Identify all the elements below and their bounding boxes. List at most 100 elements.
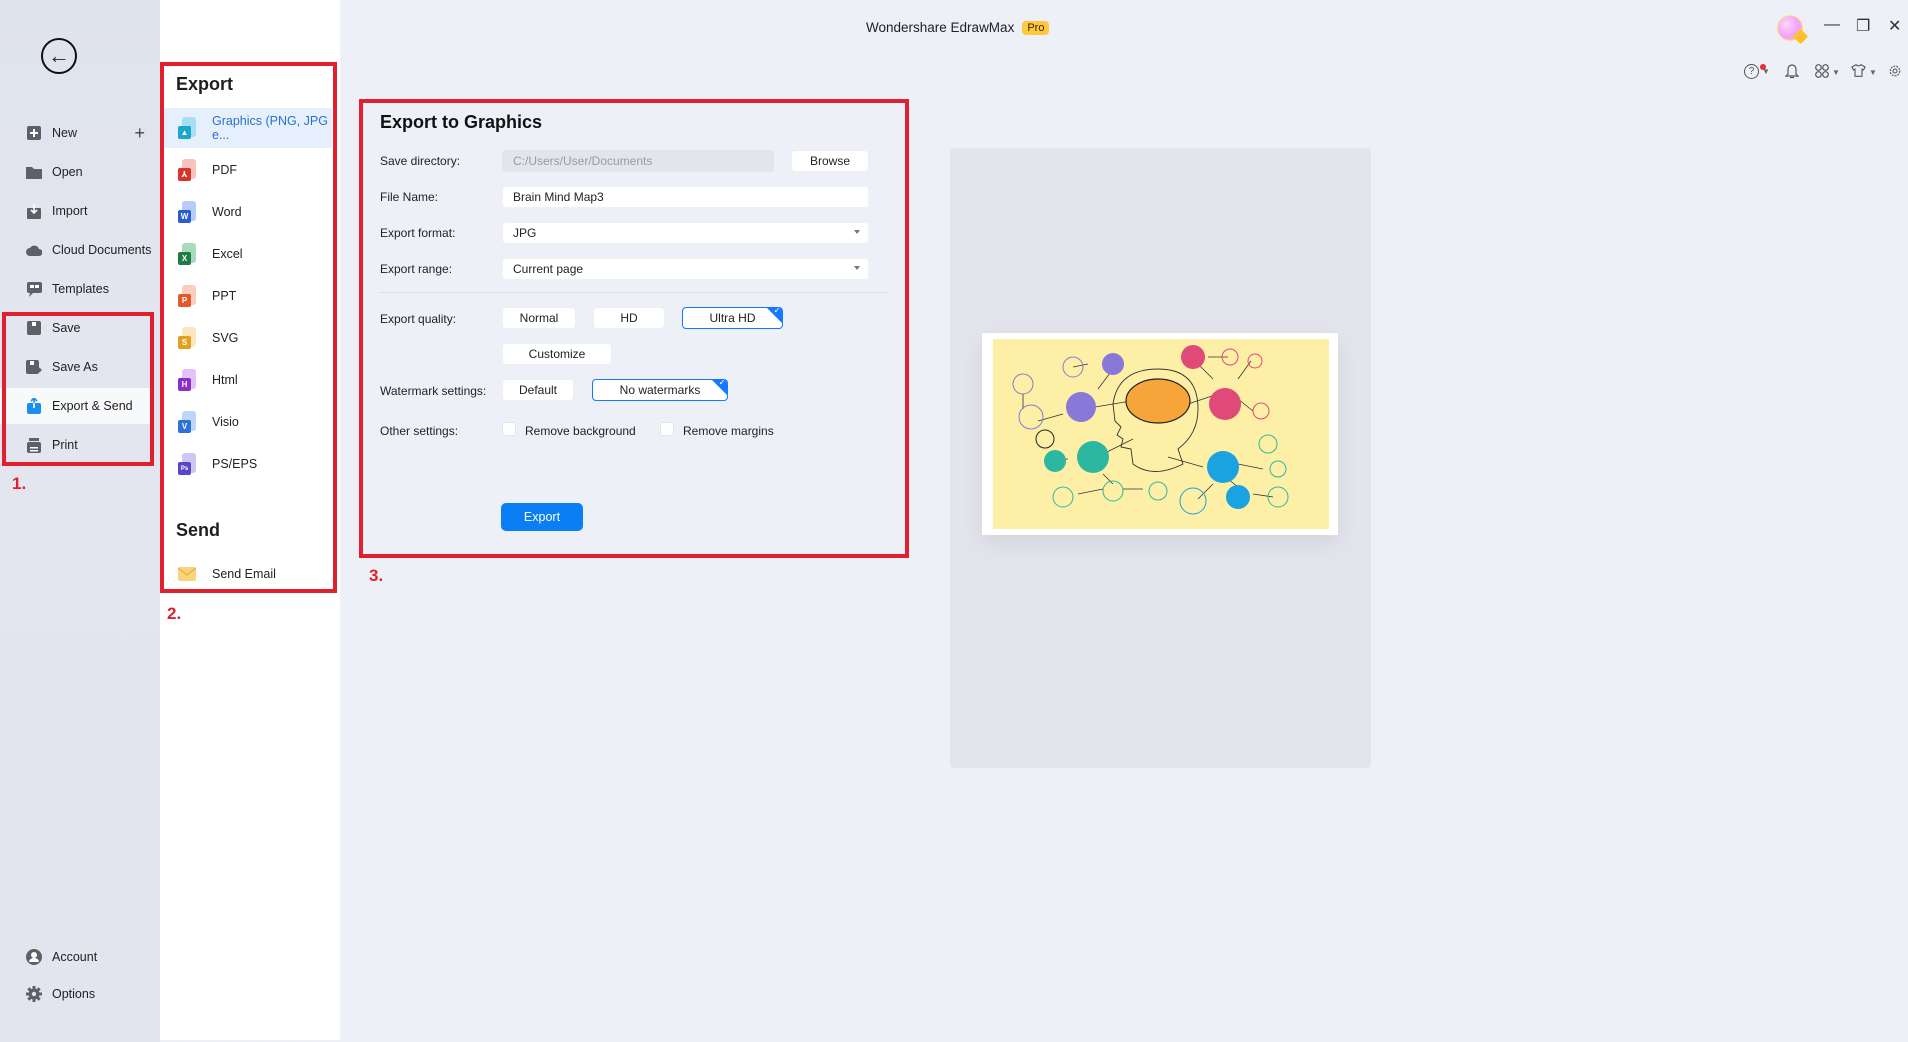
remove-background-label: Remove background bbox=[525, 424, 636, 438]
settings-button[interactable] bbox=[1888, 64, 1902, 81]
app-name: Wondershare EdrawMax bbox=[866, 20, 1015, 35]
export-format-value: JPG bbox=[513, 226, 537, 240]
export-item-pdf[interactable]: ⅄ PDF bbox=[160, 150, 332, 190]
vip-badge-icon bbox=[1792, 28, 1809, 45]
sidebar-item-templates[interactable]: Templates bbox=[0, 271, 153, 307]
sidebar-item-open[interactable]: Open bbox=[0, 154, 153, 190]
annotation-label-1: 1. bbox=[12, 474, 27, 493]
chevron-down-icon bbox=[854, 266, 860, 270]
export-range-label: Export range: bbox=[380, 262, 453, 276]
export-item-svg[interactable]: S SVG bbox=[160, 318, 332, 358]
sidebar-item-account[interactable]: Account bbox=[0, 939, 153, 975]
pdf-file-icon: ⅄ bbox=[178, 159, 196, 181]
minimize-icon: — bbox=[1824, 16, 1840, 33]
word-file-icon: W bbox=[178, 201, 196, 223]
send-section-title: Send bbox=[176, 520, 221, 540]
sidebar: ← New + Open Import Cloud Documents Temp… bbox=[0, 0, 160, 1042]
quality-option-label: Ultra HD bbox=[709, 311, 756, 325]
sidebar-item-label: New bbox=[52, 126, 78, 140]
export-item-label: Html bbox=[212, 373, 238, 387]
export-item-graphics[interactable]: ▲ Graphics (PNG, JPG e... bbox=[160, 108, 332, 148]
remove-margins-label: Remove margins bbox=[683, 424, 774, 438]
sidebar-item-label: Templates bbox=[52, 282, 109, 296]
import-icon bbox=[26, 203, 42, 219]
export-item-label: PPT bbox=[212, 289, 237, 303]
html-file-icon: H bbox=[178, 369, 196, 391]
theme-button[interactable]: ▼ bbox=[1851, 64, 1877, 80]
export-item-ppt[interactable]: P PPT bbox=[160, 276, 332, 316]
checkmark-icon: ✓ bbox=[773, 307, 781, 315]
export-item-ps-eps[interactable]: Ps PS/EPS bbox=[160, 444, 332, 484]
export-item-label: Word bbox=[212, 205, 242, 219]
sidebar-item-options[interactable]: Options bbox=[0, 976, 153, 1012]
export-item-label: Visio bbox=[212, 415, 239, 429]
quality-normal-button[interactable]: Normal bbox=[502, 307, 576, 329]
branch-blue bbox=[1207, 451, 1239, 483]
restore-button[interactable]: ❐ bbox=[1856, 16, 1870, 36]
apps-icon bbox=[1815, 64, 1829, 81]
back-button[interactable]: ← bbox=[41, 38, 77, 74]
export-item-visio[interactable]: V Visio bbox=[160, 402, 332, 442]
notification-dot bbox=[1760, 64, 1766, 70]
file-name-input[interactable]: Brain Mind Map3 bbox=[502, 186, 869, 208]
apps-button[interactable]: ▼ bbox=[1815, 64, 1840, 81]
sidebar-item-import[interactable]: Import bbox=[0, 193, 153, 229]
cloud-icon bbox=[26, 242, 42, 258]
bell-icon bbox=[1784, 64, 1800, 82]
watermark-default-button[interactable]: Default bbox=[502, 379, 574, 401]
app-title: Wondershare EdrawMax Pro bbox=[866, 20, 1050, 35]
remove-margins-checkbox[interactable] bbox=[660, 422, 674, 436]
node-blue bbox=[1226, 485, 1250, 509]
sidebar-item-label: Save As bbox=[52, 360, 98, 374]
export-item-word[interactable]: W Word bbox=[160, 192, 332, 232]
customize-button[interactable]: Customize bbox=[502, 343, 612, 365]
export-item-label: SVG bbox=[212, 331, 239, 345]
node-teal bbox=[1044, 450, 1066, 472]
sidebar-item-cloud-documents[interactable]: Cloud Documents bbox=[0, 232, 153, 268]
export-icon bbox=[26, 398, 42, 414]
quality-ultra-hd-button[interactable]: Ultra HD ✓ bbox=[682, 307, 783, 329]
notifications-button[interactable] bbox=[1784, 64, 1800, 82]
sidebar-item-new[interactable]: New + bbox=[0, 115, 153, 151]
node-purple bbox=[1102, 353, 1124, 375]
sidebar-item-export-send[interactable]: Export & Send bbox=[0, 388, 153, 424]
sidebar-item-save[interactable]: Save bbox=[0, 310, 153, 346]
excel-file-icon: X bbox=[178, 243, 196, 265]
send-item-email[interactable]: Send Email bbox=[160, 554, 332, 594]
watermark-option-label: No watermarks bbox=[619, 383, 701, 397]
templates-icon bbox=[26, 281, 42, 297]
export-item-excel[interactable]: X Excel bbox=[160, 234, 332, 274]
user-avatar[interactable] bbox=[1777, 15, 1809, 45]
export-range-select[interactable]: Current page bbox=[502, 258, 869, 280]
export-item-html[interactable]: H Html bbox=[160, 360, 332, 400]
close-icon: ✕ bbox=[1888, 18, 1902, 35]
close-button[interactable]: ✕ bbox=[1888, 16, 1901, 36]
chevron-down-icon: ▼ bbox=[1869, 67, 1877, 77]
help-button[interactable]: ? ▼ bbox=[1744, 64, 1770, 79]
mind-map-preview-image bbox=[993, 339, 1329, 529]
sidebar-item-label: Open bbox=[52, 165, 83, 179]
add-new-button[interactable]: + bbox=[134, 123, 145, 144]
export-item-label: Graphics (PNG, JPG e... bbox=[212, 114, 328, 142]
export-format-label: Export format: bbox=[380, 226, 456, 240]
quality-hd-button[interactable]: HD bbox=[593, 307, 665, 329]
restore-icon: ❐ bbox=[1856, 18, 1871, 35]
watermark-label: Watermark settings: bbox=[380, 384, 487, 398]
annotation-label-3: 3. bbox=[369, 566, 384, 585]
no-watermarks-button[interactable]: No watermarks ✓ bbox=[592, 379, 728, 401]
remove-background-checkbox[interactable] bbox=[502, 422, 516, 436]
chevron-down-icon: ▼ bbox=[1832, 68, 1840, 77]
svg-file-icon: S bbox=[178, 327, 196, 349]
sidebar-item-save-as[interactable]: Save As bbox=[0, 349, 153, 385]
visio-file-icon: V bbox=[178, 411, 196, 433]
save-as-icon bbox=[26, 359, 42, 375]
sidebar-item-print[interactable]: Print bbox=[0, 427, 153, 463]
browse-button[interactable]: Browse bbox=[791, 150, 869, 172]
export-format-select[interactable]: JPG bbox=[502, 222, 869, 244]
help-icon: ? bbox=[1744, 64, 1759, 79]
preview-thumbnail bbox=[982, 333, 1338, 535]
export-button[interactable]: Export bbox=[501, 503, 583, 531]
minimize-button[interactable]: — bbox=[1824, 16, 1840, 34]
save-icon bbox=[26, 320, 42, 336]
email-envelope-icon bbox=[178, 563, 196, 585]
